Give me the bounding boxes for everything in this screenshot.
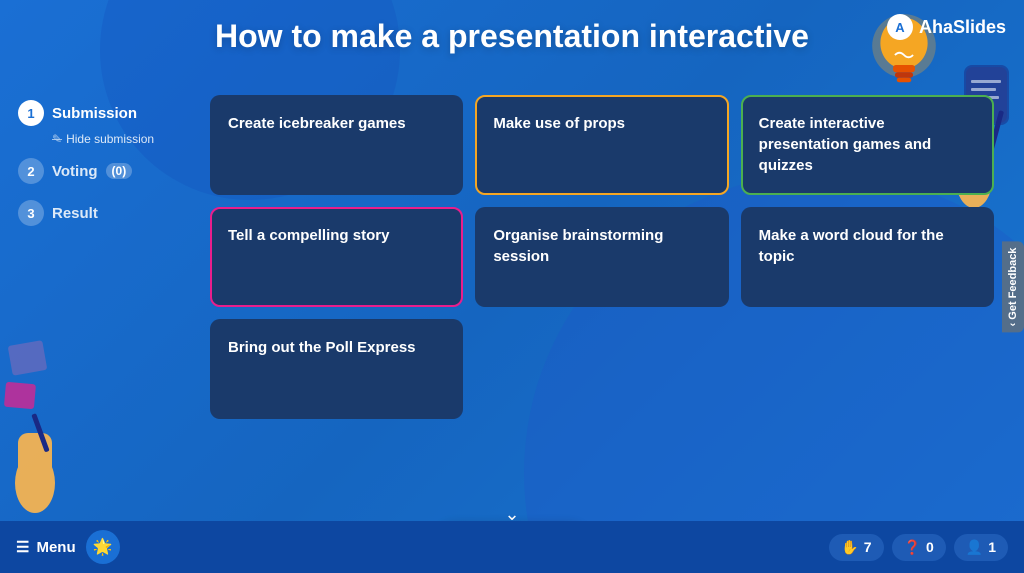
sidebar-item-result[interactable]: 3 Result: [18, 200, 198, 226]
cards-row-1: Create icebreaker games Make use of prop…: [210, 95, 994, 195]
sidebar-item-voting[interactable]: 2 Voting (0): [18, 158, 198, 184]
main-content: Create icebreaker games Make use of prop…: [210, 95, 994, 503]
logo-icon: A: [887, 14, 913, 40]
sidebar: 1 Submission ✎ Hide submission 2 Voting …: [18, 100, 198, 242]
hide-submission-link[interactable]: ✎ Hide submission: [52, 132, 198, 146]
sidebar-label-result: Result: [52, 205, 98, 222]
bottom-left: ☰ Menu 🌟: [16, 530, 120, 564]
feedback-tab-wrapper: ‹ Get Feedback: [1002, 241, 1024, 332]
sidebar-label-voting: Voting: [52, 163, 98, 180]
cards-row-2: Tell a compelling story Organise brainst…: [210, 207, 994, 307]
card-props[interactable]: Make use of props: [475, 95, 728, 195]
raise-hand-icon: ✋: [841, 539, 858, 556]
card-interactive[interactable]: Create interactive presentation games an…: [741, 95, 994, 195]
sidebar-item-submission[interactable]: 1 Submission: [18, 100, 198, 126]
menu-button[interactable]: ☰ Menu: [16, 538, 76, 556]
voting-badge: (0): [106, 163, 133, 179]
card-story[interactable]: Tell a compelling story: [210, 207, 463, 307]
card-poll-express[interactable]: Bring out the Poll Express: [210, 319, 463, 419]
cards-row-3: Bring out the Poll Express: [210, 319, 994, 419]
star-icon: 🌟: [93, 537, 113, 557]
step-circle-1: 1: [18, 100, 44, 126]
logo-text: AhaSlides: [919, 17, 1006, 38]
card-brainstorm[interactable]: Organise brainstorming session: [475, 207, 728, 307]
bottom-bar: ☰ Menu 🌟 ✋ 7 ❓ 0 👤 1: [0, 521, 1024, 573]
step-circle-3: 3: [18, 200, 44, 226]
logo: A AhaSlides: [887, 14, 1006, 40]
sidebar-label-submission: Submission: [52, 105, 137, 122]
question-icon: ❓: [904, 539, 921, 556]
user-stat: 👤 1: [954, 534, 1008, 561]
bottom-right: ✋ 7 ❓ 0 👤 1: [829, 534, 1008, 561]
feedback-tab[interactable]: ‹ Get Feedback: [1002, 241, 1024, 332]
confetti-button[interactable]: 🌟: [86, 530, 120, 564]
hamburger-icon: ☰: [16, 538, 29, 556]
page-title: How to make a presentation interactive: [215, 18, 809, 55]
deco-left: [0, 333, 90, 513]
user-icon: 👤: [966, 539, 983, 556]
card-icebreaker[interactable]: Create icebreaker games: [210, 95, 463, 195]
question-stat: ❓ 0: [892, 534, 946, 561]
card-wordcloud[interactable]: Make a word cloud for the topic: [741, 207, 994, 307]
raise-hand-stat: ✋ 7: [829, 534, 883, 561]
step-circle-2: 2: [18, 158, 44, 184]
